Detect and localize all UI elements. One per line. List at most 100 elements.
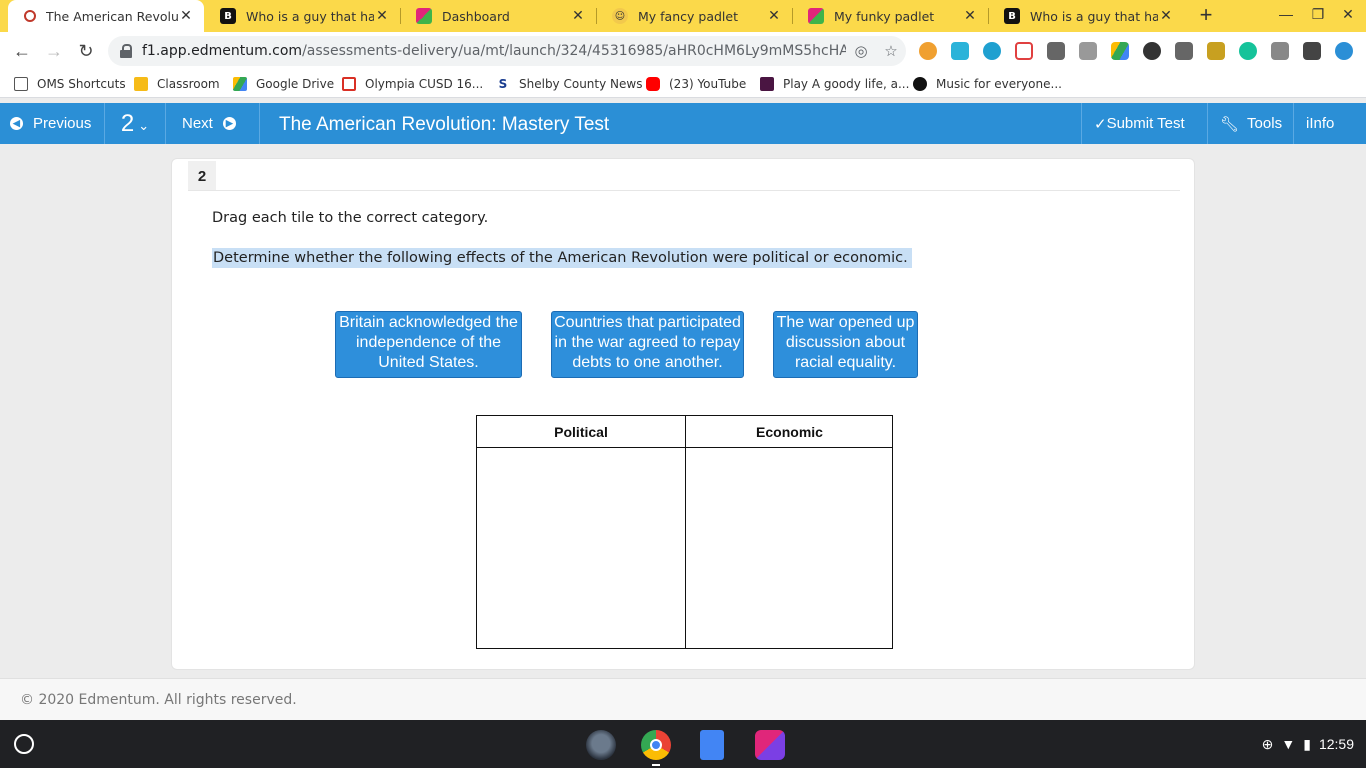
close-tab-icon[interactable]: ✕ (570, 8, 586, 24)
next-label: Next (182, 115, 213, 132)
extension-icon[interactable] (919, 42, 937, 60)
wrench-icon: 🔧︎ (1220, 115, 1240, 133)
back-arrow-icon[interactable]: ← (11, 40, 33, 62)
bookmark-label: Google Drive (256, 77, 335, 91)
drag-tile[interactable]: The war opened up discussion about racia… (773, 311, 918, 378)
drop-zone-political[interactable] (477, 448, 685, 648)
bookmark-music[interactable]: Music for everyone... (913, 70, 1062, 98)
tab-brainly-2[interactable]: B Who is a guy that has Bl ✕ (988, 0, 1184, 32)
submit-label: Submit Test (1106, 115, 1185, 132)
bookmark-label: Olympia CUSD 16... (365, 77, 484, 91)
tab-dashboard[interactable]: Dashboard ✕ (400, 0, 596, 32)
drive-extension-icon[interactable] (1111, 42, 1129, 60)
game-icon (760, 77, 774, 91)
category-table: Political Economic (476, 415, 893, 649)
wifi-icon: ▼ (1281, 736, 1296, 752)
category-header: Political (477, 416, 685, 448)
drag-tile[interactable]: Britain acknowledged the independence of… (335, 311, 522, 378)
bookmark-oms-shortcuts[interactable]: OMS Shortcuts (14, 70, 126, 98)
news-icon: S (496, 77, 510, 91)
avatar[interactable] (1335, 42, 1353, 60)
category-economic: Economic (685, 416, 893, 648)
close-tab-icon[interactable]: ✕ (1158, 8, 1174, 24)
drag-tile[interactable]: Countries that participated in the war a… (551, 311, 744, 378)
lock-icon (120, 44, 132, 58)
tools-label: Tools (1247, 115, 1283, 132)
extension-icon[interactable] (1143, 42, 1161, 60)
chrome-icon[interactable] (641, 730, 671, 760)
question-number: 2 (188, 161, 216, 191)
bookmark-label: (23) YouTube (669, 77, 747, 91)
bookmark-goody-life[interactable]: Play A goody life, a... (760, 70, 909, 98)
address-bar[interactable]: f1.app.edmentum.com /assessments-deliver… (108, 36, 906, 66)
battery-icon: ▮ (1303, 735, 1311, 752)
previous-button[interactable]: ◀ Previous (0, 103, 105, 144)
question-selector-value: 2 (120, 109, 135, 137)
edmentum-icon (24, 10, 36, 22)
forward-arrow-icon[interactable]: → (43, 40, 65, 62)
classroom-icon (134, 77, 148, 91)
divider (188, 190, 1180, 191)
extension-icon[interactable] (951, 42, 969, 60)
tools-button[interactable]: 🔧︎ Tools (1207, 103, 1294, 144)
close-tab-icon[interactable]: ✕ (374, 8, 390, 24)
category-political: Political (477, 416, 685, 648)
bookmark-google-drive[interactable]: Google Drive (233, 70, 334, 98)
tab-brainly-1[interactable]: B Who is a guy that has Bl ✕ (204, 0, 400, 32)
add-circle-icon[interactable]: ⊕ (1262, 736, 1274, 753)
bookmark-olympia[interactable]: Olympia CUSD 16... (342, 70, 483, 98)
os-shelf: ⊕ ▼ ▮ 12:59 (0, 720, 1366, 768)
extension-icon[interactable] (1047, 42, 1065, 60)
gmail-icon (342, 77, 356, 91)
bookmark-label: OMS Shortcuts (37, 77, 126, 91)
url-path: /assessments-delivery/ua/mt/launch/324/4… (302, 43, 846, 59)
tab-fancy-padlet[interactable]: ☺ My fancy padlet ✕ (596, 0, 792, 32)
question-selector[interactable]: 2 ⌄ (105, 103, 166, 144)
bookmark-classroom[interactable]: Classroom (134, 70, 220, 98)
new-tab-icon[interactable]: + (1194, 4, 1218, 28)
minimize-icon[interactable]: — (1276, 6, 1296, 22)
tab-american-revolution[interactable]: The American Revolution ✕ (8, 0, 204, 32)
extension-icon[interactable] (1015, 42, 1033, 60)
docs-icon[interactable] (700, 730, 724, 760)
extension-icon[interactable] (983, 42, 1001, 60)
close-tab-icon[interactable]: ✕ (962, 8, 978, 24)
category-header: Economic (686, 416, 893, 448)
location-icon[interactable]: ◎ (846, 42, 876, 60)
bookmark-youtube[interactable]: (23) YouTube (646, 70, 746, 98)
reload-icon[interactable]: ↻ (75, 40, 97, 62)
submit-test-button[interactable]: ✓ Submit Test (1081, 103, 1197, 144)
bookmark-label: Play A goody life, a... (783, 77, 910, 91)
tab-title: My funky padlet (834, 8, 935, 24)
launcher-icon[interactable] (14, 734, 34, 754)
close-window-icon[interactable]: ✕ (1338, 6, 1358, 23)
close-tab-icon[interactable]: ✕ (178, 8, 194, 24)
bookmark-shelby-news[interactable]: S Shelby County News (496, 70, 642, 98)
brainly-icon: B (1004, 8, 1020, 24)
info-button[interactable]: i Info (1293, 103, 1366, 144)
tab-funky-padlet[interactable]: My funky padlet ✕ (792, 0, 988, 32)
drop-zone-economic[interactable] (686, 448, 893, 648)
grammarly-icon[interactable] (1239, 42, 1257, 60)
tab-title: Who is a guy that has Bl (1030, 8, 1158, 24)
brainly-icon: B (220, 8, 236, 24)
question-instruction: Drag each tile to the correct category. (212, 210, 489, 226)
bookmark-star-icon[interactable]: ☆ (876, 42, 906, 60)
extension-icon[interactable] (1207, 42, 1225, 60)
emoji-icon: ☺ (612, 8, 628, 24)
info-label: Info (1309, 115, 1335, 132)
bookmarks-bar: OMS Shortcuts Classroom Google Drive Oly… (0, 70, 1366, 98)
extension-icon[interactable] (1175, 42, 1193, 60)
url-domain: f1.app.edmentum.com (142, 43, 303, 59)
restore-icon[interactable]: ❐ (1308, 6, 1328, 23)
close-tab-icon[interactable]: ✕ (766, 8, 782, 24)
padlet-icon[interactable] (755, 730, 785, 760)
test-header: ◀ Previous 2 ⌄ Next ▶ The American Revol… (0, 103, 1366, 144)
spartan-app-icon[interactable] (586, 730, 616, 760)
extension-icon[interactable] (1079, 42, 1097, 60)
system-tray[interactable]: ⊕ ▼ ▮ 12:59 (1262, 732, 1354, 756)
next-button[interactable]: Next ▶ (166, 103, 260, 144)
puzzle-icon[interactable] (1303, 42, 1321, 60)
extension-icon[interactable] (1271, 42, 1289, 60)
youtube-icon (646, 77, 660, 91)
